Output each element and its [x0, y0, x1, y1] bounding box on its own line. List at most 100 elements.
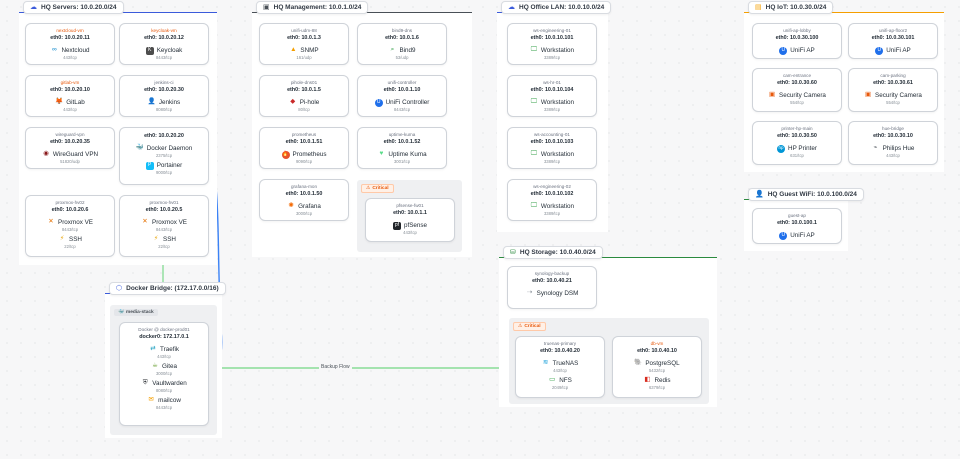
node-uptime-kuma[interactable]: uptime-kuma eth0: 10.0.1.52 ♥ Uptime Kuma… [357, 127, 447, 169]
group-header[interactable]: ⬡ Docker Bridge: (172.17.0.0/16) [109, 282, 226, 295]
node-ip: eth0: 10.0.20.20 [144, 133, 184, 139]
node-keycloak[interactable]: keycloak-vm eth0: 10.0.20.12 K Keycloak 84… [119, 23, 209, 65]
service-name: Philips Hue [882, 145, 915, 152]
monitor-icon: 🖵 [530, 202, 538, 210]
service-port: 3389/tcp [543, 211, 561, 216]
server-icon: ▣ [263, 4, 270, 11]
node-db-vm[interactable]: db-vm eth0: 10.0.40.10 🐘 PostgreSQL 5432/t… [612, 336, 702, 398]
node-cam-parking[interactable]: cam-parking eth0: 10.0.30.61 ▣ Security C… [848, 68, 938, 112]
service-port: 443/tcp [63, 55, 77, 60]
node-proxmox-hv02[interactable]: proxmox-hv02 eth0: 10.0.20.6 ✕ Proxmox VE… [25, 195, 115, 257]
group-header[interactable]: ▣ HQ Management: 10.0.1.0/24 [256, 1, 369, 14]
service-name: GitLab [66, 99, 85, 106]
service-name: UniFi AP [790, 232, 815, 239]
node-ip: eth0: 10.0.10.102 [530, 191, 574, 197]
group-header[interactable]: ⛁ HQ Storage: 10.0.40.0/24 [503, 246, 603, 259]
node-pfsense[interactable]: pfsense-fw01 eth0: 10.0.1.1 pf pfSense 443… [365, 198, 455, 242]
node-unifi-ap-floor2[interactable]: unifi-ap-floor2 eth0: 10.0.30.101 U UniFi… [848, 23, 938, 59]
group-header[interactable]: ☁ HQ Servers: 10.0.20.0/24 [23, 1, 124, 14]
service-name: PostgreSQL [645, 360, 680, 367]
service-port: 8443/tcp [155, 405, 173, 410]
node-ws-hr-01[interactable]: ws-hr-01 eth0: 10.0.10.104 🖵 Workstation 3… [507, 75, 597, 117]
service-port: 554/tcp [790, 100, 804, 105]
redis-icon: ◧ [644, 376, 651, 384]
lightbulb-icon: ⌁ [873, 144, 878, 152]
node-ip: eth0: 10.0.1.3 [287, 35, 321, 41]
service-name: HP Printer [788, 145, 817, 152]
service-name: UniFi AP [790, 47, 815, 54]
camera-icon: ▣ [864, 91, 872, 99]
node-ip: eth0: 10.0.1.10 [383, 87, 421, 93]
cloud-icon: ☁ [30, 4, 37, 11]
node-unifi-controller[interactable]: unifi-controller eth0: 10.0.1.10 U UniFi … [357, 75, 447, 117]
group-title: HQ Storage: 10.0.40.0/24 [519, 249, 596, 256]
node-ip: eth0: 10.0.100.1 [777, 220, 817, 226]
node-ip: eth0: 10.0.1.6 [385, 35, 419, 41]
critical-badge: ⚠ Critical [513, 322, 546, 331]
service-port: 2375/tcp [155, 153, 173, 158]
node-synology-backup[interactable]: synology-backup eth0: 10.0.40.21 ⇢ Synolo… [507, 266, 597, 309]
mailcow-icon: ✉ [148, 396, 154, 404]
service-name: Nextcloud [61, 47, 90, 54]
group-header[interactable]: 👤 HQ Guest WiFi: 10.0.100.0/24 [748, 188, 864, 201]
node-nextcloud[interactable]: nextcloud-vm eth0: 10.0.20.11 ∞ Nextcloud… [25, 23, 115, 65]
ssh-icon: ⚡ [59, 235, 65, 243]
service-port: 8080/tcp [155, 107, 173, 112]
service-port: 3389/tcp [543, 107, 561, 112]
cloud-icon: ☁ [508, 4, 515, 11]
node-hue-bridge[interactable]: hue-bridge eth0: 10.0.30.10 ⌁ Philips Hue… [848, 121, 938, 165]
service-name: Jenkins [158, 99, 181, 106]
node-ip: eth0: 10.0.1.52 [383, 139, 421, 145]
node-printer-hp-main[interactable]: printer-hp-main eth0: 10.0.30.50 hp HP Pr… [752, 121, 842, 165]
node-ip: eth0: 10.0.30.10 [873, 133, 913, 139]
warning-icon: ⚠ [518, 324, 523, 329]
node-prometheus[interactable]: prometheus eth0: 10.0.1.51 🔥 Prometheus 90… [259, 127, 349, 169]
node-docker-host[interactable]: eth0: 10.0.20.20 🐳 Docker Daemon 2375/tcp … [119, 127, 209, 185]
node-ws-accounting-01[interactable]: ws-accounting-01 eth0: 10.0.10.103 🖵 Work… [507, 127, 597, 169]
service-port: 80/tcp [298, 107, 310, 112]
service-port: 3001/tcp [393, 159, 411, 164]
node-ip: eth0: 10.0.20.12 [144, 35, 184, 41]
node-gitlab[interactable]: gitlab-vm eth0: 10.0.20.10 🦊 GitLab 443/tc… [25, 75, 115, 117]
service-port: 22/tcp [158, 244, 170, 249]
service-port: 443/tcp [63, 107, 77, 112]
service-name: Grafana [298, 203, 321, 210]
group-header[interactable]: ☁ HQ Office LAN: 10.0.10.0/24 [501, 1, 612, 14]
node-bind9[interactable]: bind9-dns eth0: 10.0.1.6 ⌕ Bind9 53/udp [357, 23, 447, 65]
service-port: 5432/tcp [648, 368, 666, 373]
node-docker-prod01[interactable]: Docker @ docker-prod01 docker0: 172.17.0… [119, 322, 209, 426]
group-header[interactable]: ▤ HQ IoT: 10.0.30.0/24 [748, 1, 834, 14]
node-snmp[interactable]: unifi-udm-88 eth0: 10.0.1.3 ▲ SNMP 161/udp [259, 23, 349, 65]
unifi-icon: U [779, 46, 788, 55]
node-ip: eth0: 10.0.30.60 [777, 80, 817, 86]
warning-icon: ⚠ [366, 186, 371, 191]
node-ip: eth0: 10.0.20.35 [50, 139, 90, 145]
service-port: 51820/udp [60, 159, 80, 164]
group-title: HQ Guest WiFi: 10.0.100.0/24 [767, 191, 857, 198]
node-guest-ap[interactable]: guest-ap eth0: 10.0.100.1 U UniFi AP [752, 208, 842, 244]
node-truenas-primary[interactable]: truenas-primary eth0: 10.0.40.20 ≋ TrueNA… [515, 336, 605, 398]
camera-icon: ▣ [768, 91, 776, 99]
database-icon: ⛁ [510, 249, 516, 256]
node-ip: eth0: 10.0.30.100 [775, 35, 819, 41]
node-ip: eth0: 10.0.1.51 [285, 139, 323, 145]
service-name: Security Camera [875, 92, 922, 99]
service-name: Workstation [540, 203, 575, 210]
service-port: 443/tcp [157, 354, 171, 359]
grafana-icon: ✺ [288, 202, 294, 210]
node-wireguard[interactable]: wireguard-vpn eth0: 10.0.20.35 ◉ WireGuar… [25, 127, 115, 169]
node-grafana[interactable]: grafana-mon eth0: 10.0.1.50 ✺ Grafana 3000… [259, 179, 349, 221]
group-title: HQ Office LAN: 10.0.10.0/24 [519, 4, 605, 11]
monitor-icon: 🖵 [530, 150, 538, 158]
node-proxmox-hv01[interactable]: proxmox-hv01 eth0: 10.0.20.5 ✕ Proxmox VE… [119, 195, 209, 257]
vaultwarden-icon: ⛨ [142, 379, 148, 387]
service-name: pfSense [403, 222, 428, 229]
node-jenkins[interactable]: jenkins-ci eth0: 10.0.20.30 👤 Jenkins 8080… [119, 75, 209, 117]
folder-icon: ▭ [549, 376, 556, 384]
node-ws-engineering-01[interactable]: ws-engineering-01 eth0: 10.0.10.101 🖵 Wor… [507, 23, 597, 65]
node-pihole[interactable]: pihole-dns01 eth0: 10.0.1.5 ◆ Pi-hole 80/t… [259, 75, 349, 117]
node-unifi-ap-lobby[interactable]: unifi-ap-lobby eth0: 10.0.30.100 U UniFi … [752, 23, 842, 59]
node-cam-entrance[interactable]: cam-entrance eth0: 10.0.30.60 ▣ Security … [752, 68, 842, 112]
node-ws-engineering-02[interactable]: ws-engineering-02 eth0: 10.0.10.102 🖵 Wor… [507, 179, 597, 221]
service-port: 9090/tcp [295, 159, 313, 164]
